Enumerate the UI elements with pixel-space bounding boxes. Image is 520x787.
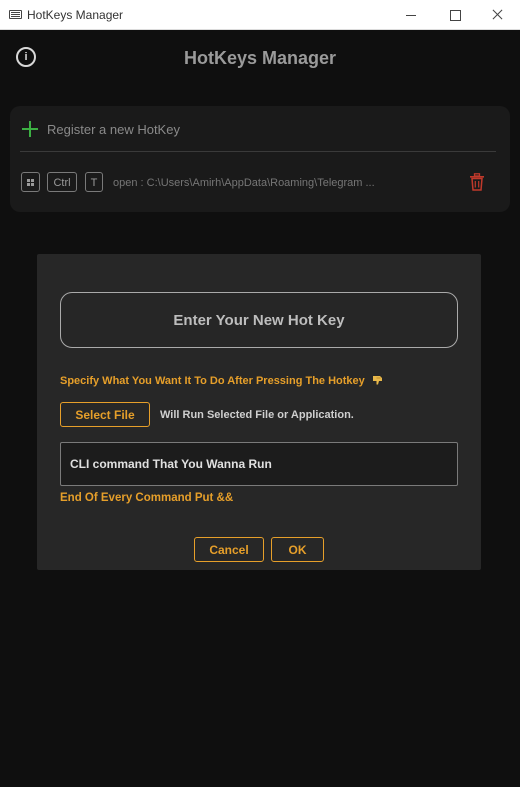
new-hotkey-dialog: Enter Your New Hot Key Specify What You … [37,254,481,570]
hotkey-capture-box[interactable]: Enter Your New Hot Key [60,292,458,348]
app-body: i HotKeys Manager Register a new HotKey … [0,30,520,787]
t-key-badge: T [85,172,103,192]
plus-icon [22,121,38,137]
pointing-down-hand-icon [372,376,382,385]
cancel-button[interactable]: Cancel [194,537,264,562]
hotkey-command: open : C:\Users\Amirh\AppData\Roaming\Te… [113,177,375,189]
ctrl-key-badge: Ctrl [47,172,77,192]
keyboard-icon [9,10,22,19]
register-hotkey-button[interactable]: Register a new HotKey [22,116,180,142]
cli-command-input[interactable] [60,442,458,486]
ok-button[interactable]: OK [271,537,324,562]
hotkey-list-item: Ctrl T open : C:\Users\Amirh\AppData\Roa… [21,170,501,196]
window-titlebar: HotKeys Manager [0,0,520,30]
close-button[interactable] [476,0,520,30]
select-file-hint: Will Run Selected File or Application. [160,409,354,421]
hotkeys-card: Register a new HotKey Ctrl T open : C:\U… [10,106,510,212]
divider [20,151,496,152]
window-title: HotKeys Manager [27,8,124,22]
command-hint: End Of Every Command Put && [60,492,234,504]
specify-action-text: Specify What You Want It To Do After Pre… [60,375,365,387]
app-title: HotKeys Manager [183,48,337,68]
minimize-button[interactable] [389,0,433,30]
maximize-button[interactable] [433,0,477,30]
trash-icon[interactable] [469,173,485,191]
register-hotkey-label: Register a new HotKey [47,121,180,137]
windows-icon [27,179,34,186]
select-file-button[interactable]: Select File [60,402,150,427]
windows-key-badge [21,172,40,192]
specify-action-label: Specify What You Want It To Do After Pre… [60,374,383,387]
